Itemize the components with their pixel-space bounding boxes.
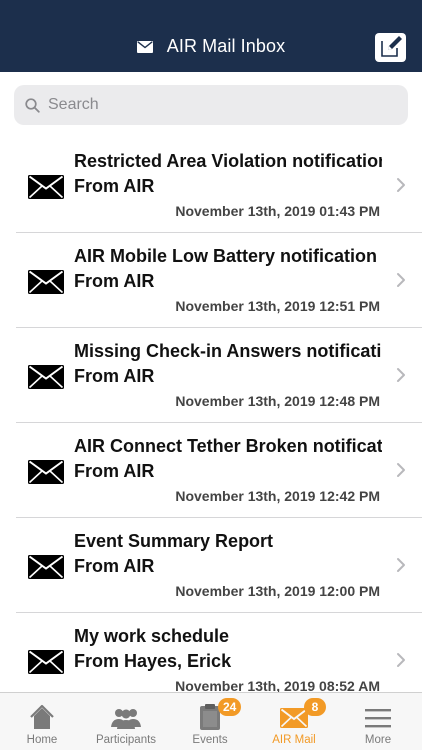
message-subject: Restricted Area Violation notification	[74, 151, 382, 171]
events-badge: 24	[218, 698, 242, 716]
envelope-icon	[28, 270, 64, 294]
chevron-right-icon	[397, 368, 405, 382]
envelope-icon	[28, 365, 64, 389]
message-row[interactable]: Restricted Area Violation notification Fr…	[0, 138, 422, 233]
search-bar[interactable]	[14, 85, 408, 125]
participants-icon	[111, 709, 141, 729]
message-date: November 13th, 2019 12:42 PM	[175, 488, 380, 504]
message-sender: From Hayes, Erick	[74, 651, 232, 671]
tab-bar: Home Participants 24 Events 8 AIR Mail M…	[0, 692, 422, 750]
home-icon	[30, 704, 54, 729]
chevron-right-icon	[397, 273, 405, 287]
chevron-right-icon	[397, 463, 405, 477]
mail-badge: 8	[304, 698, 326, 716]
search-input[interactable]	[48, 96, 378, 114]
message-row[interactable]: My work schedule From Hayes, Erick Novembe…	[0, 613, 422, 692]
tab-label: Home	[26, 734, 58, 746]
page-title: AIR Mail Inbox	[166, 36, 286, 56]
tab-air-mail[interactable]: 8 AIR Mail	[252, 693, 336, 750]
message-sender: From AIR	[74, 366, 155, 386]
message-row[interactable]: AIR Connect Tether Broken notification Fr…	[0, 423, 422, 518]
message-subject: Missing Check-in Answers notification	[74, 341, 382, 361]
search-icon	[25, 97, 40, 113]
nav-header: AIR Mail Inbox	[0, 0, 422, 72]
mail-icon	[280, 708, 308, 728]
tab-home[interactable]: Home	[0, 693, 84, 750]
message-subject: AIR Mobile Low Battery notification	[74, 246, 378, 266]
message-sender: From AIR	[74, 556, 155, 576]
message-row[interactable]: Missing Check-in Answers notification Fro…	[0, 328, 422, 423]
tab-label: Events	[192, 734, 228, 746]
tab-label: AIR Mail	[272, 734, 316, 746]
search-area	[0, 72, 422, 136]
envelope-icon	[28, 460, 64, 484]
message-sender: From AIR	[74, 461, 155, 481]
message-date: November 13th, 2019 01:43 PM	[175, 203, 380, 219]
chevron-right-icon	[397, 653, 405, 667]
message-subject: My work schedule	[74, 626, 230, 646]
message-date: November 13th, 2019 08:52 AM	[175, 678, 380, 692]
header-title-group: AIR Mail Inbox	[0, 36, 422, 57]
tab-label: More	[364, 734, 392, 746]
tab-events[interactable]: 24 Events	[168, 693, 252, 750]
compose-button[interactable]	[375, 33, 406, 62]
tab-more[interactable]: More	[336, 693, 420, 750]
envelope-icon	[28, 175, 64, 199]
envelope-icon	[136, 40, 153, 53]
tab-label: Participants	[95, 734, 157, 746]
chevron-right-icon	[397, 178, 405, 192]
message-subject: AIR Connect Tether Broken notification	[74, 436, 382, 456]
message-sender: From AIR	[74, 271, 155, 291]
message-date: November 13th, 2019 12:48 PM	[175, 393, 380, 409]
chevron-right-icon	[397, 558, 405, 572]
message-row[interactable]: AIR Mobile Low Battery notification From …	[0, 233, 422, 328]
menu-icon	[365, 709, 391, 728]
message-row[interactable]: Event Summary Report From AIR November 13t…	[0, 518, 422, 613]
message-date: November 13th, 2019 12:51 PM	[175, 298, 380, 314]
message-list: Restricted Area Violation notification Fr…	[0, 138, 422, 692]
message-sender: From AIR	[74, 176, 155, 196]
envelope-icon	[28, 555, 64, 579]
message-subject: Event Summary Report	[74, 531, 274, 551]
tab-participants[interactable]: Participants	[84, 693, 168, 750]
message-date: November 13th, 2019 12:00 PM	[175, 583, 380, 599]
compose-icon	[381, 36, 402, 57]
envelope-icon	[28, 650, 64, 674]
